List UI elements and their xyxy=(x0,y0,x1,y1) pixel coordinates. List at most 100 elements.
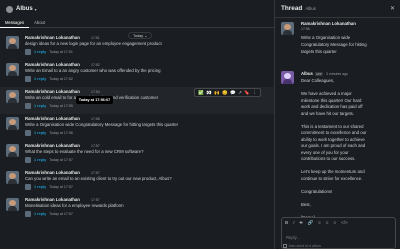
also-send-checkbox[interactable]: Also send to # albus xyxy=(283,244,321,248)
avatar[interactable] xyxy=(281,22,294,35)
message-row[interactable]: Ramakrishnan Lokanathan 17:57 Monetisation… xyxy=(0,195,274,222)
message-time[interactable]: 17:56 xyxy=(91,117,100,121)
avatar[interactable] xyxy=(6,63,19,76)
message-text: What the steps to evaluate the need for … xyxy=(25,149,144,154)
format-toolbar: B I S 🔗 ≡ ≡ ≡ </> xyxy=(285,220,353,226)
message-author[interactable]: Ramakrishnan Lokanathan xyxy=(25,197,80,202)
avatar[interactable] xyxy=(6,90,19,103)
app-badge: APP xyxy=(315,71,323,76)
avatar[interactable] xyxy=(6,36,19,49)
message-author[interactable]: Ramakrishnan Lokanathan xyxy=(25,116,80,121)
channel-header[interactable]: Albus ▾ xyxy=(0,0,274,18)
thread-replies[interactable]: 1 reply Today at 17:57 xyxy=(25,156,73,164)
share-icon[interactable]: ↗ xyxy=(238,89,242,96)
thread-replies[interactable]: 1 reply Today at 17:55 xyxy=(25,102,73,110)
thread-parent-time[interactable]: 17:56 xyxy=(301,27,310,31)
thread-reply-author[interactable]: Albus xyxy=(301,71,313,76)
reply-count-link[interactable]: 1 reply xyxy=(34,77,46,81)
channel-title[interactable]: Albus xyxy=(16,6,33,12)
message-author[interactable]: Ramakrishnan Lokanathan xyxy=(25,89,80,94)
thread-reply-line: Let's keep up the momentum and xyxy=(301,169,365,174)
bulleted-list-icon[interactable]: ≡ xyxy=(326,220,329,226)
thread-replies[interactable]: 1 reply Today at 17:57 xyxy=(25,210,73,218)
avatar xyxy=(25,49,31,55)
raised-hands-reaction-icon[interactable]: 🙌 xyxy=(214,89,220,96)
ordered-list-icon[interactable]: ≡ xyxy=(318,220,321,226)
thread-replies[interactable]: 1 reply Today at 17:57 xyxy=(25,183,73,191)
thread-parent-line: targets this quarter xyxy=(301,49,337,54)
reply-count-link[interactable]: 1 reply xyxy=(34,131,46,135)
avatar[interactable] xyxy=(6,171,19,184)
last-reply-time: Today at 17:51 xyxy=(49,50,73,54)
reply-input[interactable]: Reply... xyxy=(286,235,300,240)
reply-count-link[interactable]: 1 reply xyxy=(34,158,46,162)
thread-reply-line: Congratulations! xyxy=(301,188,333,194)
message-time[interactable]: 17:57 xyxy=(91,144,100,148)
also-send-label: Also send to # albus xyxy=(288,244,321,248)
thread-reply-line: our goals. I am proud of each and xyxy=(301,143,366,148)
thread-reply-line: commitment to excellence and our xyxy=(301,130,367,135)
thread-reply-line: Best, xyxy=(301,201,311,207)
close-icon[interactable]: ✕ xyxy=(390,5,395,12)
thread-parent-author[interactable]: Ramakrishnan Lokanathan xyxy=(301,21,356,26)
italic-icon[interactable]: I xyxy=(293,220,294,226)
message-text: Write an Email to a an angry customer wh… xyxy=(25,68,161,73)
code-icon[interactable]: </> xyxy=(341,220,348,226)
message-row[interactable]: Ramakrishnan Lokanathan 17:57 Can you writ… xyxy=(0,168,274,195)
blockquote-icon[interactable]: ≡ xyxy=(333,220,336,226)
last-reply-time: Today at 17:55 xyxy=(49,104,73,108)
tab-messages[interactable]: Messages xyxy=(0,18,30,28)
message-row[interactable]: Ramakrishnan Lokanathan 17:57 What the ste… xyxy=(0,141,274,168)
message-row[interactable]: Ramakrishnan Lokanathan 17:52 Write an Ema… xyxy=(0,60,274,87)
avatar xyxy=(25,130,31,136)
message-actions-toolbar: ✅ 👀 🙌 😊 💬 ↗ 🔖 ⋮ xyxy=(194,88,261,97)
albus-avatar[interactable] xyxy=(281,71,294,84)
message-author[interactable]: Ramakrishnan Lokanathan xyxy=(25,62,80,67)
last-reply-time: Today at 17:52 xyxy=(49,77,73,81)
thread-replies[interactable]: 1 reply Today at 17:56 xyxy=(25,129,73,137)
reply-count-link[interactable]: 1 reply xyxy=(34,212,46,216)
message-time[interactable]: 17:54 xyxy=(91,90,100,94)
thread-reply-line: work and dedication has paid off xyxy=(301,104,363,109)
app-avatar-icon xyxy=(6,5,13,13)
bold-icon[interactable]: B xyxy=(285,220,288,226)
last-reply-time: Today at 17:57 xyxy=(49,212,73,216)
eyes-reaction-icon[interactable]: 👀 xyxy=(206,89,212,96)
thread-replies[interactable]: 1 reply Today at 17:51 xyxy=(25,48,73,56)
checkbox-icon[interactable] xyxy=(283,244,287,248)
message-time[interactable]: 17:57 xyxy=(91,198,100,202)
chevron-down-icon[interactable]: ▾ xyxy=(35,7,37,12)
avatar[interactable] xyxy=(6,198,19,211)
message-author[interactable]: Ramakrishnan Lokanathan xyxy=(25,35,80,40)
avatar[interactable] xyxy=(6,117,19,130)
message-row[interactable]: Ramakrishnan Lokanathan 17:51 design ideas… xyxy=(0,33,274,60)
message-time[interactable]: 17:57 xyxy=(91,171,100,175)
reply-in-thread-icon[interactable]: 💬 xyxy=(230,89,236,96)
strikethrough-icon[interactable]: S xyxy=(300,220,303,226)
thread-title: Thread xyxy=(281,5,303,12)
more-actions-icon[interactable]: ⋮ xyxy=(252,89,257,96)
tab-about[interactable]: About xyxy=(29,18,50,28)
thread-reply-line: milestone this quarter! Our hard xyxy=(301,97,362,103)
message-time[interactable]: 17:52 xyxy=(91,63,100,67)
reply-count-link[interactable]: 1 reply xyxy=(34,104,46,108)
thread-replies[interactable]: 1 reply Today at 17:52 xyxy=(25,75,73,83)
avatar[interactable] xyxy=(6,144,19,157)
message-text: design ideas for a new login page for an… xyxy=(25,41,162,46)
link-icon[interactable]: 🔗 xyxy=(308,220,314,226)
last-reply-time: Today at 17:57 xyxy=(49,185,73,189)
thread-parent-line: Write a Organisation wide xyxy=(301,35,351,40)
thread-channel[interactable]: Albus xyxy=(305,6,315,11)
thread-reply-time[interactable]: 3 minutes ago xyxy=(326,72,348,76)
avatar xyxy=(25,157,31,163)
check-reaction-icon[interactable]: ✅ xyxy=(198,89,204,96)
message-time[interactable]: 17:51 xyxy=(91,36,100,40)
bookmark-icon[interactable]: 🔖 xyxy=(244,89,250,96)
reply-count-link[interactable]: 1 reply xyxy=(34,50,46,54)
message-author[interactable]: Ramakrishnan Lokanathan xyxy=(25,170,80,175)
reply-count-link[interactable]: 1 reply xyxy=(34,185,46,189)
add-reaction-icon[interactable]: 😊 xyxy=(222,89,228,96)
channel-pane: Albus ▾ Messages About Today ⌄ Ramakrish… xyxy=(0,0,274,249)
message-row[interactable]: Ramakrishnan Lokanathan 17:56 Write a Orga… xyxy=(0,114,274,141)
message-author[interactable]: Ramakrishnan Lokanathan xyxy=(25,143,80,148)
